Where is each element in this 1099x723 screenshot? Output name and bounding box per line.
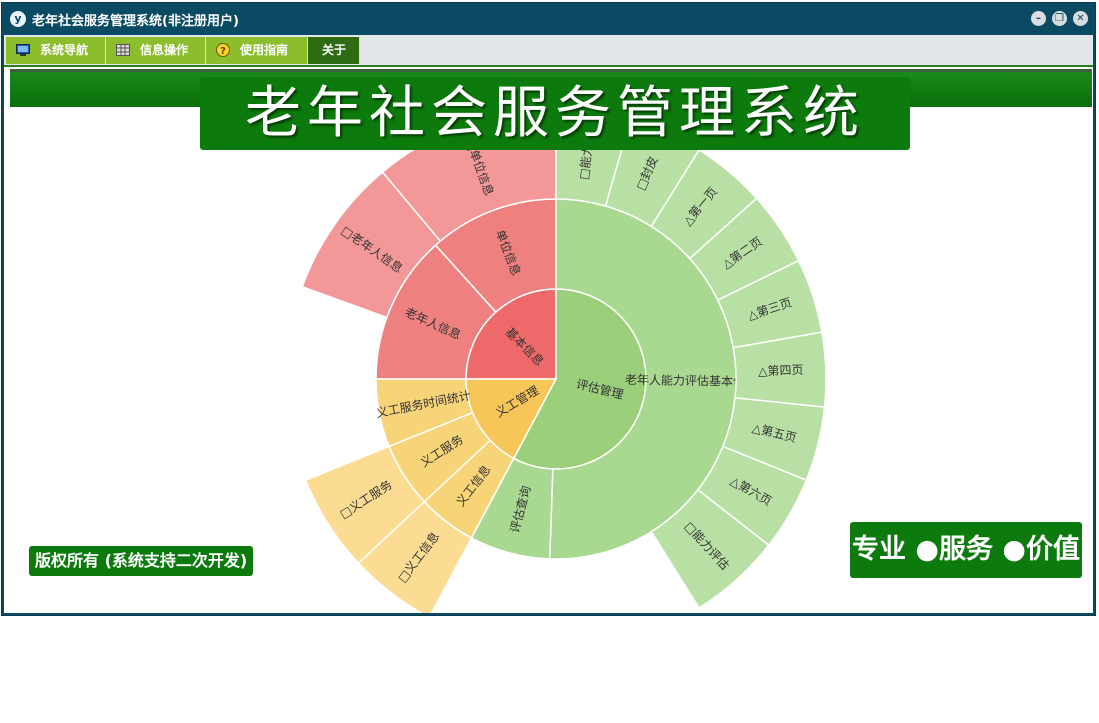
app-window: y 老年社会服务管理系统(非注册用户) – ❐ ✕ 系统导航 信息操作 ? 使用… xyxy=(1,2,1096,616)
copyright-label: 版权所有 (系统支持二次开发) xyxy=(29,546,254,576)
app-logo-icon: y xyxy=(10,11,26,27)
banner-title: 老年社会服务管理系统 xyxy=(200,77,910,150)
menu-bar: 系统导航 信息操作 ? 使用指南 关于 xyxy=(4,35,1093,68)
title-bar: y 老年社会服务管理系统(非注册用户) – ❐ ✕ xyxy=(2,3,1095,35)
menu-label: 系统导航 xyxy=(40,43,89,57)
monitor-icon xyxy=(16,44,30,56)
close-icon[interactable]: ✕ xyxy=(1073,11,1088,26)
menu-system-nav[interactable]: 系统导航 xyxy=(6,37,106,64)
slogan-label: 专业 ●服务 ●价值 xyxy=(850,522,1082,578)
menu-label: 信息操作 xyxy=(140,43,189,57)
restore-icon[interactable]: ❐ xyxy=(1052,11,1067,26)
menu-user-guide[interactable]: ? 使用指南 xyxy=(206,37,308,64)
grid-icon xyxy=(116,44,130,56)
minimize-icon[interactable]: – xyxy=(1031,11,1046,26)
menu-about[interactable]: 关于 xyxy=(308,37,360,64)
help-icon: ? xyxy=(216,43,230,57)
svg-text:?: ? xyxy=(220,46,226,57)
sunburst-outer-segment-label: △第四页 xyxy=(758,363,804,379)
menu-label: 关于 xyxy=(322,43,347,57)
main-content: 基本信息 义工管理 评估管理 单位信息 老年人信息 义工服务时间统计 义工服务 义工信息 老年人… xyxy=(4,67,1093,613)
window-title: 老年社会服务管理系统(非注册用户) xyxy=(32,14,239,29)
menu-label: 使用指南 xyxy=(240,43,289,57)
menu-info-ops[interactable]: 信息操作 xyxy=(106,37,206,64)
